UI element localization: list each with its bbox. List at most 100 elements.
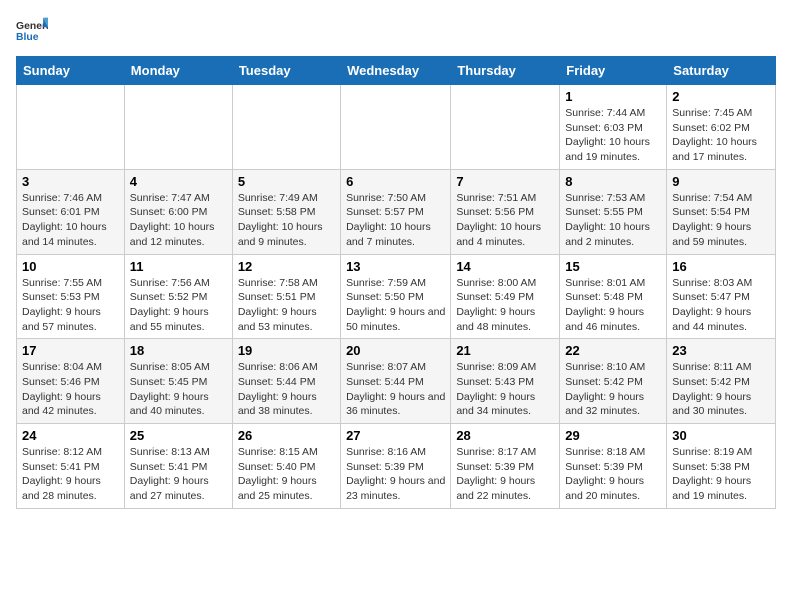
calendar-cell: 25 Sunrise: 8:13 AM Sunset: 5:41 PM Dayli… xyxy=(124,424,232,509)
calendar-cell: 29Sunrise: 8:18 AM Sunset: 5:39 PM Dayli… xyxy=(560,424,667,509)
day-number: 22 xyxy=(565,343,661,358)
day-number: 27 xyxy=(346,428,445,443)
day-number: 10 xyxy=(22,259,119,274)
calendar-cell: 11Sunrise: 7:56 AM Sunset: 5:52 PM Dayli… xyxy=(124,254,232,339)
svg-text:Blue: Blue xyxy=(16,32,39,43)
day-info: Sunrise: 8:10 AM Sunset: 5:42 PM Dayligh… xyxy=(565,360,661,419)
calendar-cell xyxy=(341,85,451,170)
day-info: Sunrise: 8:12 AM Sunset: 5:41 PM Dayligh… xyxy=(22,445,119,504)
calendar-cell: 26 Sunrise: 8:15 AM Sunset: 5:40 PM Dayli… xyxy=(232,424,340,509)
calendar-week-row: 24 Sunrise: 8:12 AM Sunset: 5:41 PM Dayli… xyxy=(17,424,776,509)
calendar-cell: 15 Sunrise: 8:01 AM Sunset: 5:48 PM Dayli… xyxy=(560,254,667,339)
day-number: 9 xyxy=(672,174,770,189)
calendar-cell: 8 Sunrise: 7:53 AM Sunset: 5:55 PM Daylig… xyxy=(560,169,667,254)
day-info: Sunrise: 7:53 AM Sunset: 5:55 PM Dayligh… xyxy=(565,191,661,250)
logo: General Blue xyxy=(16,16,48,48)
day-info: Sunrise: 8:05 AM Sunset: 5:45 PM Dayligh… xyxy=(130,360,227,419)
day-info: Sunrise: 7:58 AM Sunset: 5:51 PM Dayligh… xyxy=(238,276,335,335)
calendar-cell: 12 Sunrise: 7:58 AM Sunset: 5:51 PM Dayli… xyxy=(232,254,340,339)
day-info: Sunrise: 7:47 AM Sunset: 6:00 PM Dayligh… xyxy=(130,191,227,250)
calendar-cell: 17 Sunrise: 8:04 AM Sunset: 5:46 PM Dayli… xyxy=(17,339,125,424)
day-info: Sunrise: 7:44 AM Sunset: 6:03 PM Dayligh… xyxy=(565,106,661,165)
day-info: Sunrise: 7:50 AM Sunset: 5:57 PM Dayligh… xyxy=(346,191,445,250)
day-number: 13 xyxy=(346,259,445,274)
weekday-header-thursday: Thursday xyxy=(451,57,560,85)
page-header: General Blue xyxy=(16,16,776,48)
day-number: 2 xyxy=(672,89,770,104)
day-number: 12 xyxy=(238,259,335,274)
day-number: 3 xyxy=(22,174,119,189)
calendar-cell: 10 Sunrise: 7:55 AM Sunset: 5:53 PM Dayli… xyxy=(17,254,125,339)
day-info: Sunrise: 8:13 AM Sunset: 5:41 PM Dayligh… xyxy=(130,445,227,504)
day-info: Sunrise: 8:09 AM Sunset: 5:43 PM Dayligh… xyxy=(456,360,554,419)
calendar-cell: 5 Sunrise: 7:49 AM Sunset: 5:58 PM Daylig… xyxy=(232,169,340,254)
weekday-header-friday: Friday xyxy=(560,57,667,85)
calendar-cell: 28 Sunrise: 8:17 AM Sunset: 5:39 PM Dayli… xyxy=(451,424,560,509)
day-number: 26 xyxy=(238,428,335,443)
calendar-cell: 20Sunrise: 8:07 AM Sunset: 5:44 PM Dayli… xyxy=(341,339,451,424)
day-info: Sunrise: 7:56 AM Sunset: 5:52 PM Dayligh… xyxy=(130,276,227,335)
general-blue-logo-icon: General Blue xyxy=(16,16,48,48)
day-info: Sunrise: 8:04 AM Sunset: 5:46 PM Dayligh… xyxy=(22,360,119,419)
calendar-cell xyxy=(451,85,560,170)
calendar-cell: 1 Sunrise: 7:44 AM Sunset: 6:03 PM Daylig… xyxy=(560,85,667,170)
calendar-cell: 13 Sunrise: 7:59 AM Sunset: 5:50 PM Dayli… xyxy=(341,254,451,339)
day-number: 29 xyxy=(565,428,661,443)
day-number: 15 xyxy=(565,259,661,274)
calendar-week-row: 10 Sunrise: 7:55 AM Sunset: 5:53 PM Dayli… xyxy=(17,254,776,339)
day-info: Sunrise: 7:45 AM Sunset: 6:02 PM Dayligh… xyxy=(672,106,770,165)
day-info: Sunrise: 7:59 AM Sunset: 5:50 PM Dayligh… xyxy=(346,276,445,335)
day-info: Sunrise: 8:03 AM Sunset: 5:47 PM Dayligh… xyxy=(672,276,770,335)
day-number: 23 xyxy=(672,343,770,358)
day-number: 30 xyxy=(672,428,770,443)
weekday-header-tuesday: Tuesday xyxy=(232,57,340,85)
calendar-cell: 19 Sunrise: 8:06 AM Sunset: 5:44 PM Dayli… xyxy=(232,339,340,424)
day-number: 4 xyxy=(130,174,227,189)
day-info: Sunrise: 7:49 AM Sunset: 5:58 PM Dayligh… xyxy=(238,191,335,250)
calendar-cell: 27 Sunrise: 8:16 AM Sunset: 5:39 PM Dayli… xyxy=(341,424,451,509)
day-number: 25 xyxy=(130,428,227,443)
calendar-cell xyxy=(17,85,125,170)
day-info: Sunrise: 8:00 AM Sunset: 5:49 PM Dayligh… xyxy=(456,276,554,335)
day-number: 24 xyxy=(22,428,119,443)
calendar-cell: 6Sunrise: 7:50 AM Sunset: 5:57 PM Daylig… xyxy=(341,169,451,254)
calendar-cell: 21 Sunrise: 8:09 AM Sunset: 5:43 PM Dayli… xyxy=(451,339,560,424)
day-info: Sunrise: 8:15 AM Sunset: 5:40 PM Dayligh… xyxy=(238,445,335,504)
weekday-header-sunday: Sunday xyxy=(17,57,125,85)
day-number: 17 xyxy=(22,343,119,358)
weekday-header-monday: Monday xyxy=(124,57,232,85)
calendar-cell: 14Sunrise: 8:00 AM Sunset: 5:49 PM Dayli… xyxy=(451,254,560,339)
day-number: 18 xyxy=(130,343,227,358)
day-number: 5 xyxy=(238,174,335,189)
day-info: Sunrise: 8:01 AM Sunset: 5:48 PM Dayligh… xyxy=(565,276,661,335)
day-info: Sunrise: 8:11 AM Sunset: 5:42 PM Dayligh… xyxy=(672,360,770,419)
day-number: 21 xyxy=(456,343,554,358)
day-number: 28 xyxy=(456,428,554,443)
calendar-cell: 24 Sunrise: 8:12 AM Sunset: 5:41 PM Dayli… xyxy=(17,424,125,509)
calendar-cell: 22 Sunrise: 8:10 AM Sunset: 5:42 PM Dayli… xyxy=(560,339,667,424)
day-info: Sunrise: 8:16 AM Sunset: 5:39 PM Dayligh… xyxy=(346,445,445,504)
day-info: Sunrise: 7:55 AM Sunset: 5:53 PM Dayligh… xyxy=(22,276,119,335)
day-info: Sunrise: 8:19 AM Sunset: 5:38 PM Dayligh… xyxy=(672,445,770,504)
calendar-cell: 3 Sunrise: 7:46 AM Sunset: 6:01 PM Daylig… xyxy=(17,169,125,254)
calendar-cell: 9 Sunrise: 7:54 AM Sunset: 5:54 PM Daylig… xyxy=(667,169,776,254)
weekday-header-row: SundayMondayTuesdayWednesdayThursdayFrid… xyxy=(17,57,776,85)
day-info: Sunrise: 8:06 AM Sunset: 5:44 PM Dayligh… xyxy=(238,360,335,419)
day-info: Sunrise: 7:46 AM Sunset: 6:01 PM Dayligh… xyxy=(22,191,119,250)
day-number: 8 xyxy=(565,174,661,189)
calendar-week-row: 17 Sunrise: 8:04 AM Sunset: 5:46 PM Dayli… xyxy=(17,339,776,424)
day-number: 1 xyxy=(565,89,661,104)
day-number: 20 xyxy=(346,343,445,358)
day-number: 7 xyxy=(456,174,554,189)
day-info: Sunrise: 8:17 AM Sunset: 5:39 PM Dayligh… xyxy=(456,445,554,504)
calendar-table: SundayMondayTuesdayWednesdayThursdayFrid… xyxy=(16,56,776,509)
calendar-cell xyxy=(124,85,232,170)
calendar-cell: 18 Sunrise: 8:05 AM Sunset: 5:45 PM Dayli… xyxy=(124,339,232,424)
weekday-header-saturday: Saturday xyxy=(667,57,776,85)
calendar-week-row: 3 Sunrise: 7:46 AM Sunset: 6:01 PM Daylig… xyxy=(17,169,776,254)
day-number: 16 xyxy=(672,259,770,274)
day-info: Sunrise: 7:54 AM Sunset: 5:54 PM Dayligh… xyxy=(672,191,770,250)
weekday-header-wednesday: Wednesday xyxy=(341,57,451,85)
day-number: 19 xyxy=(238,343,335,358)
calendar-week-row: 1 Sunrise: 7:44 AM Sunset: 6:03 PM Daylig… xyxy=(17,85,776,170)
